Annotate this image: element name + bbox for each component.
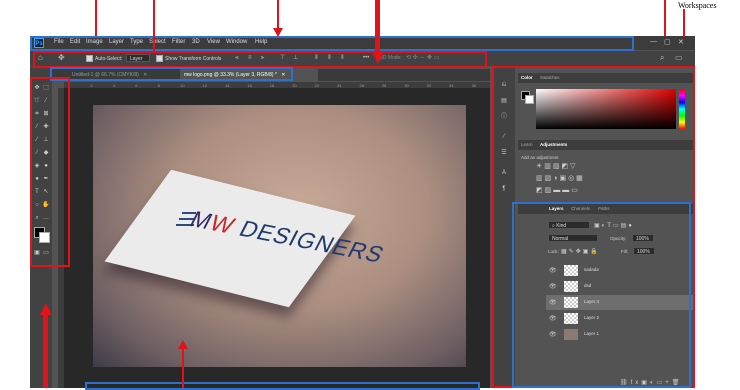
workspace-switcher-icon[interactable]: ▭ [675,54,683,62]
maximize-button[interactable]: ▢ [664,38,671,46]
close-window-button[interactable]: ✕ [678,38,684,46]
annotation-line [375,0,380,54]
options-bar-highlight [33,51,487,68]
menu-bar-highlight [30,36,634,51]
status-bar-highlight [85,382,480,390]
annotation-arrow [372,52,384,64]
tabs-highlight [50,67,293,81]
annotation-line [43,314,48,388]
annotation-line [95,0,97,36]
annotation-arrow [273,28,283,37]
minimize-button[interactable]: — [650,38,657,45]
annotation-line [182,348,184,388]
tools-panel-highlight [30,77,70,267]
annotation-line [153,0,155,51]
annotation-line [277,0,279,30]
search-icon[interactable]: ⌕ [660,54,664,62]
annotation-line [683,9,685,37]
layers-panel-highlight [512,202,691,388]
annotation-line [664,0,666,36]
